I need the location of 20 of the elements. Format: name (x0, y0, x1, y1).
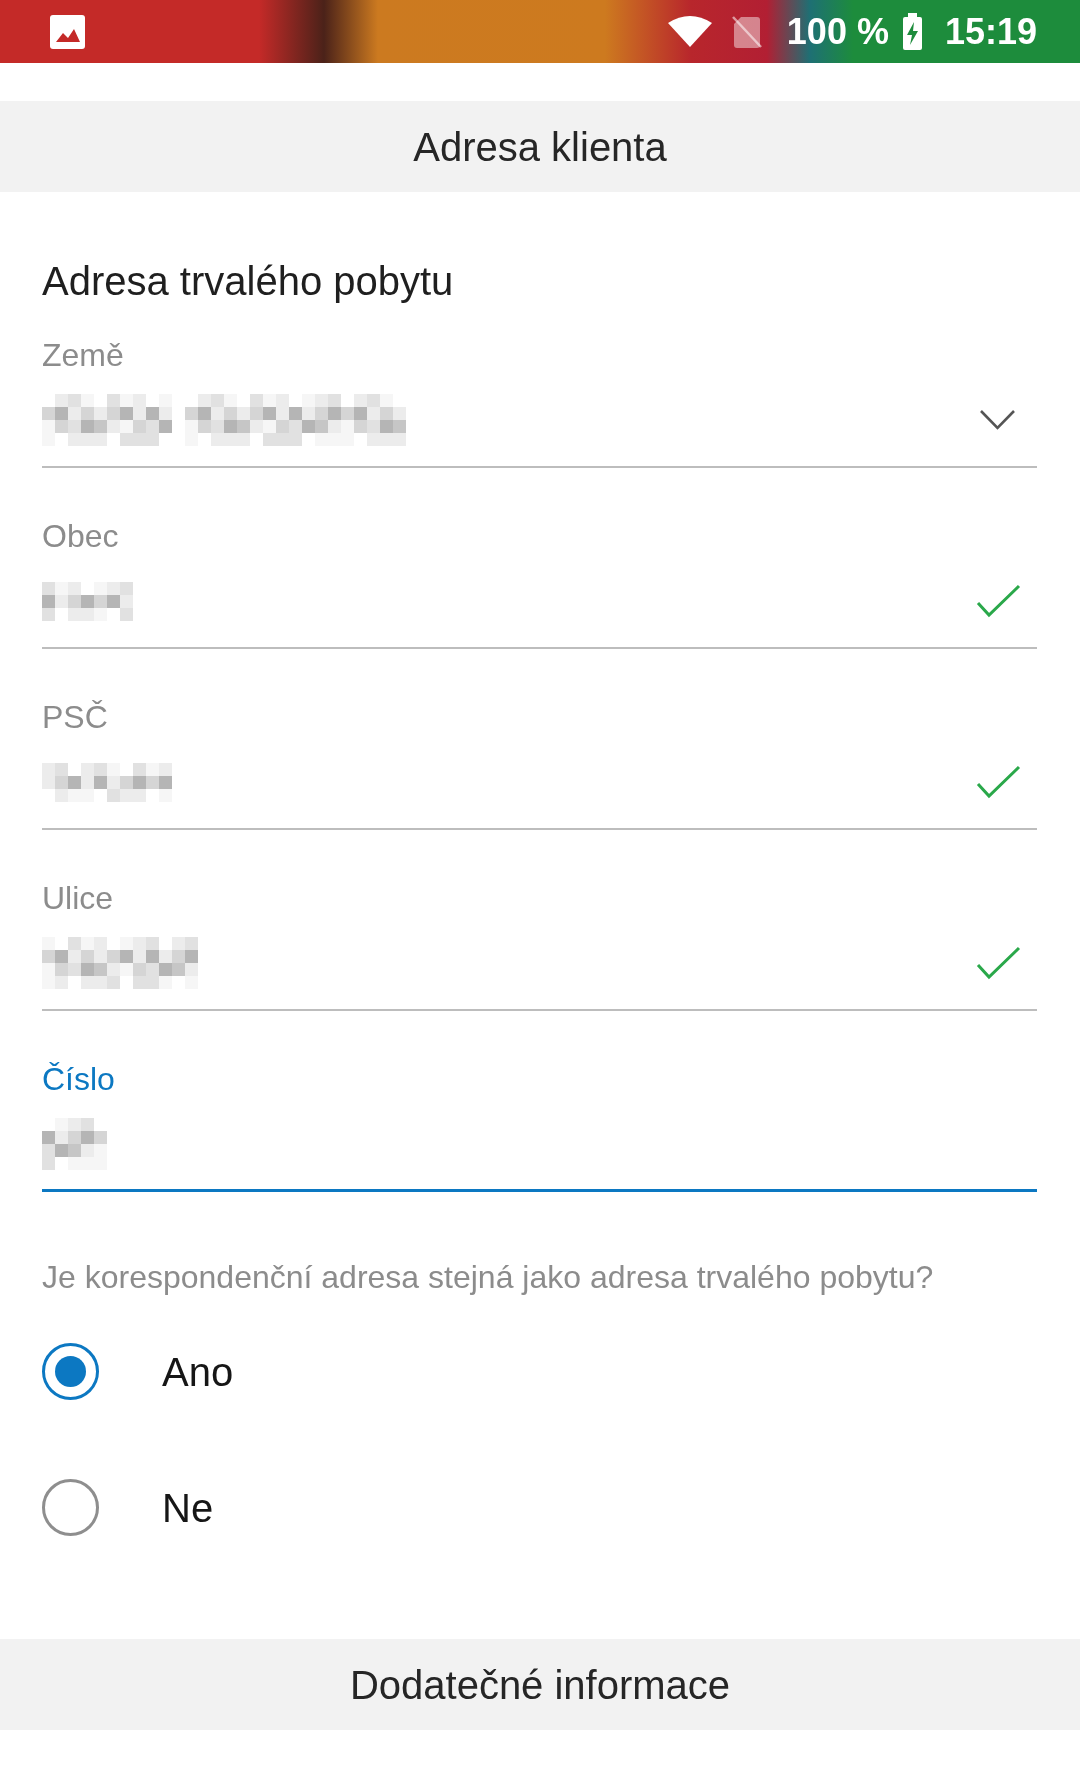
chevron-down-icon (979, 409, 1016, 431)
battery-charging-icon (901, 13, 923, 50)
section-header-title: Dodatečné informace (349, 1661, 731, 1709)
status-time: 15:19 (944, 13, 1037, 50)
field-label: Číslo (42, 1060, 116, 1098)
option-label: Ne (162, 1484, 214, 1532)
field-label: Obec (42, 517, 120, 555)
image-icon (50, 14, 85, 49)
field-label: PSČ (42, 698, 109, 736)
wifi-icon (667, 16, 712, 47)
field-label: Země (42, 336, 125, 374)
section-header-title: Adresa klienta (413, 123, 667, 171)
battery-percentage: 100 % (786, 13, 889, 50)
question-text: Je korespondenční adresa stejná jako adresa trvalého pobytu? (42, 1258, 935, 1296)
radio-button[interactable] (42, 1343, 99, 1400)
option-label: Ano (162, 1348, 234, 1396)
radio-button[interactable] (42, 1479, 99, 1536)
field-label: Ulice (42, 879, 115, 917)
no-sim-icon (731, 15, 762, 48)
section-title: Adresa trvalého pobytu (42, 258, 455, 305)
